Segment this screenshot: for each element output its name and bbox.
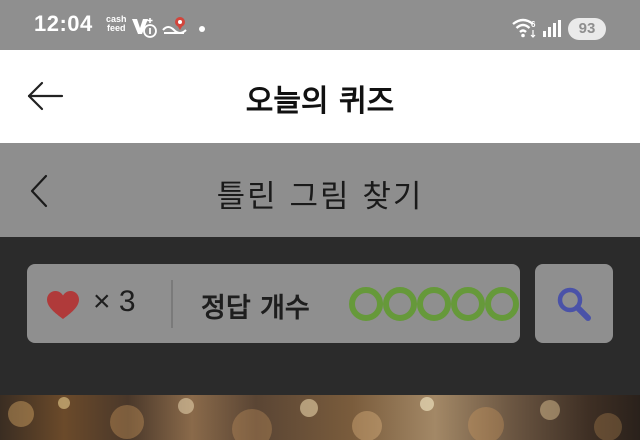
app-header: 오늘의 퀴즈 [0, 50, 640, 143]
battery-badge: 93 [568, 18, 606, 40]
delivery-pin-icon [162, 17, 187, 34]
signal-icon [543, 20, 561, 37]
answer-slot [417, 287, 451, 321]
status-panel: × 3 정답 개수 [27, 264, 520, 343]
lives-count: × 3 [93, 285, 136, 318]
sub-header: 틀린 그림 찾기 [0, 143, 640, 237]
quiz-title: 틀린 그림 찾기 [216, 179, 424, 215]
v-badge-icon [132, 18, 157, 38]
game-area: × 3 정답 개수 [0, 237, 640, 395]
answer-slot [383, 287, 417, 321]
heart-icon [47, 291, 79, 319]
quiz-image[interactable] [0, 395, 640, 440]
wifi-icon: 6 [512, 18, 536, 38]
notification-dot [199, 26, 205, 32]
hint-search-button[interactable] [535, 264, 613, 343]
panel-divider [171, 280, 173, 328]
answer-slots [349, 287, 519, 321]
cashfeed-line2: feed [107, 23, 126, 33]
svg-text:6: 6 [531, 20, 536, 29]
answer-slot [485, 287, 519, 321]
status-bar: 12:04 cash feed 6 93 [0, 0, 640, 50]
answer-count-label: 정답 개수 [201, 293, 310, 324]
answer-slot [349, 287, 383, 321]
status-time: 12:04 [34, 11, 93, 36]
search-icon [557, 287, 591, 321]
cashfeed-icon: cash feed [106, 15, 127, 33]
page-title: 오늘의 퀴즈 [245, 84, 395, 119]
answer-slot [451, 287, 485, 321]
